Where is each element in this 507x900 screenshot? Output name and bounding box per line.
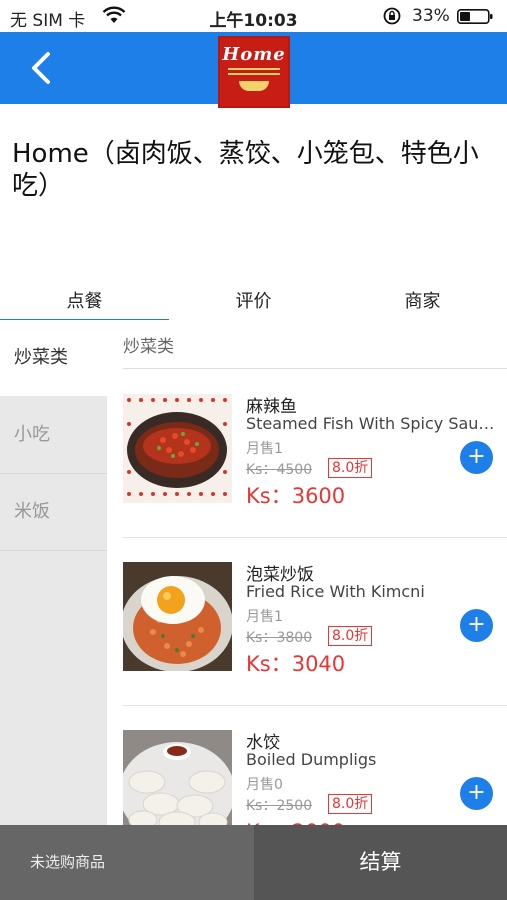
add-to-cart-button[interactable]: + bbox=[460, 441, 493, 474]
back-button[interactable] bbox=[24, 48, 60, 88]
dish-photo-dumplings bbox=[123, 730, 232, 825]
chevron-left-icon bbox=[32, 52, 50, 84]
dish-price: Ks：3040 bbox=[246, 652, 346, 676]
dish-english-name: Steamed Fish With Spicy Sauce bbox=[246, 414, 496, 433]
tab-order[interactable]: 点餐 bbox=[0, 284, 169, 321]
shop-title: Home（卤肉饭、蒸饺、小笼包、特色小吃） bbox=[12, 139, 479, 201]
logo-stripe bbox=[228, 68, 280, 70]
dish-english-name: Fried Rice With Kimcni bbox=[246, 582, 425, 601]
category-sidebar: 炒菜类 小吃 米饭 bbox=[0, 320, 107, 825]
plus-icon: + bbox=[467, 612, 486, 637]
discount-badge: 8.0折 bbox=[328, 794, 373, 814]
dish-english-name: Boiled Dumpligs bbox=[246, 750, 377, 769]
discount-badge: 8.0折 bbox=[328, 458, 373, 478]
shop-logo: Home bbox=[218, 36, 290, 108]
original-price: Ks：4500 bbox=[246, 462, 313, 478]
tab-bar: 点餐 评价 商家 bbox=[0, 284, 507, 321]
monthly-sales: 月售0 bbox=[246, 777, 283, 793]
dish-item[interactable]: 泡菜炒饭 Fried Rice With Kimcni 月售1 Ks：3800 … bbox=[107, 538, 507, 706]
add-to-cart-button[interactable]: + bbox=[460, 609, 493, 642]
category-item-rice[interactable]: 米饭 bbox=[0, 474, 107, 551]
monthly-sales: 月售1 bbox=[246, 609, 283, 625]
dish-price: Ks：2000 bbox=[246, 816, 345, 825]
checkout-button[interactable]: 结算 bbox=[254, 825, 507, 900]
logo-stripe bbox=[228, 73, 280, 75]
category-item-snacks[interactable]: 小吃 bbox=[0, 397, 107, 474]
cart-bar: 未选购商品 结算 bbox=[0, 825, 507, 900]
dish-item[interactable]: 麻辣鱼 Steamed Fish With Spicy Sauce 月售1 Ks… bbox=[107, 370, 507, 538]
monthly-sales: 月售1 bbox=[246, 441, 283, 457]
original-price: Ks：3800 bbox=[246, 630, 313, 646]
original-price: Ks：2500 bbox=[246, 798, 313, 814]
cart-empty-label: 未选购商品 bbox=[0, 825, 254, 900]
section-header: 炒菜类 bbox=[123, 337, 174, 357]
dish-photo-spicy-fish bbox=[123, 394, 232, 503]
tab-reviews[interactable]: 评价 bbox=[169, 284, 338, 320]
logo-word: Home bbox=[222, 44, 286, 65]
dish-price: Ks：3600 bbox=[246, 484, 346, 508]
add-to-cart-button[interactable]: + bbox=[460, 777, 493, 810]
status-bar: 无 SIM 卡 上午10:03 33% bbox=[0, 0, 507, 32]
orientation-lock-icon bbox=[383, 7, 401, 25]
tab-merchant[interactable]: 商家 bbox=[338, 284, 507, 320]
divider bbox=[123, 368, 507, 369]
dish-photo-kimchi-rice bbox=[123, 562, 232, 671]
battery-icon bbox=[457, 9, 493, 24]
dish-item[interactable]: 水饺 Boiled Dumpligs 月售0 Ks：2500 8.0折 Ks：2… bbox=[107, 706, 507, 825]
plus-icon: + bbox=[467, 780, 486, 805]
logo-bowl bbox=[239, 81, 269, 91]
discount-badge: 8.0折 bbox=[328, 626, 373, 646]
battery-percent: 33% bbox=[412, 6, 450, 26]
plus-icon: + bbox=[467, 444, 486, 469]
menu-list[interactable]: 炒菜类 麻辣鱼 Steamed Fish With Spicy Sauce 月售… bbox=[107, 320, 507, 825]
category-item-stir-fry[interactable]: 炒菜类 bbox=[0, 320, 107, 397]
